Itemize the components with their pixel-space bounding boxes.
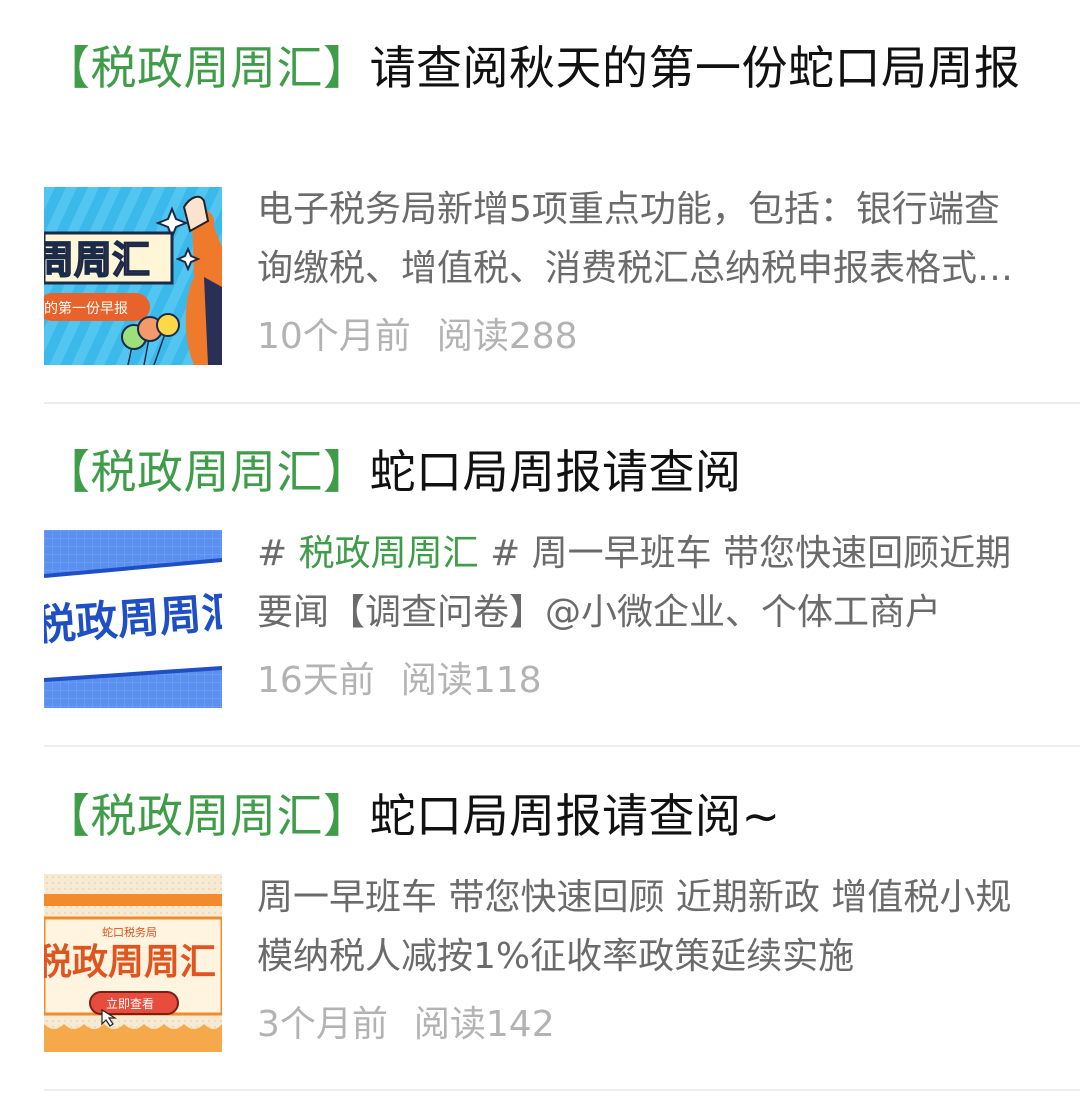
divider: [44, 1089, 1080, 1091]
title-text: 请查阅秋天的第一份蛇口局周报: [369, 41, 1021, 95]
title-text: 蛇口局周报请查阅: [369, 445, 742, 499]
divider: [44, 402, 1080, 404]
article-item[interactable]: 【税政周周汇】蛇口局周报请查阅~ 蛇口税务局 税政周周汇 立即查看 周一早班车 …: [44, 786, 1080, 1056]
article-thumbnail[interactable]: 税政周周汇: [44, 530, 222, 708]
article-thumbnail[interactable]: 周周汇 的第一份早报: [44, 187, 222, 365]
title-tag: 【税政周周汇】: [44, 445, 370, 499]
read-count: 阅读142: [413, 1004, 555, 1045]
publish-time: 3个月前: [257, 1004, 388, 1045]
article-digest: 周一早班车 带您快速回顾 近期新政 增值税小规模纳税人减按1%征收率政策延续实施: [257, 877, 1012, 977]
article-title[interactable]: 【税政周周汇】请查阅秋天的第一份蛇口局周报: [44, 38, 1044, 98]
thumbnail-button-text: 立即查看: [106, 996, 154, 1011]
article-digest: # 税政周周汇 # 周一早班车 带您快速回顾近期要闻【调查问卷】@小微企业、个体…: [257, 524, 1027, 642]
publish-time: 16天前: [257, 660, 375, 701]
article-item[interactable]: 【税政周周汇】蛇口局周报请查阅 税政周周汇 # 税政周周汇 # 周一早班车 带您…: [44, 442, 1080, 712]
thumbnail-title-text: 周周汇: [44, 238, 150, 282]
digest-hash: #: [257, 533, 299, 574]
title-text: 蛇口局周报请查阅~: [369, 789, 781, 843]
article-thumbnail[interactable]: 蛇口税务局 税政周周汇 立即查看: [44, 874, 222, 1052]
article-digest: 电子税务局新增5项重点功能，包括：银行端查询缴税、增值税、消费税汇总纳税申报表格…: [257, 189, 1014, 289]
read-count: 阅读288: [436, 316, 578, 357]
read-count: 阅读118: [400, 660, 542, 701]
thumbnail-small-text: 蛇口税务局: [102, 925, 157, 939]
article-title[interactable]: 【税政周周汇】蛇口局周报请查阅: [44, 442, 1044, 502]
title-tag: 【税政周周汇】: [44, 41, 370, 95]
article-item[interactable]: 【税政周周汇】请查阅秋天的第一份蛇口局周报 周周汇 的第一份早报 电子税务局新增…: [44, 38, 1080, 368]
digest-topic-link[interactable]: 税政周周汇: [299, 533, 479, 574]
publish-time: 10个月前: [257, 316, 411, 357]
article-meta: 16天前 阅读118: [257, 659, 542, 703]
thumbnail-subtitle-text: 的第一份早报: [44, 300, 128, 317]
article-meta: 10个月前 阅读288: [257, 315, 578, 359]
divider: [44, 745, 1080, 747]
title-tag: 【税政周周汇】: [44, 789, 370, 843]
article-meta: 3个月前 阅读142: [257, 1003, 555, 1047]
thumbnail-title-text: 税政周周汇: [44, 942, 216, 983]
article-title[interactable]: 【税政周周汇】蛇口局周报请查阅~: [44, 786, 1044, 846]
